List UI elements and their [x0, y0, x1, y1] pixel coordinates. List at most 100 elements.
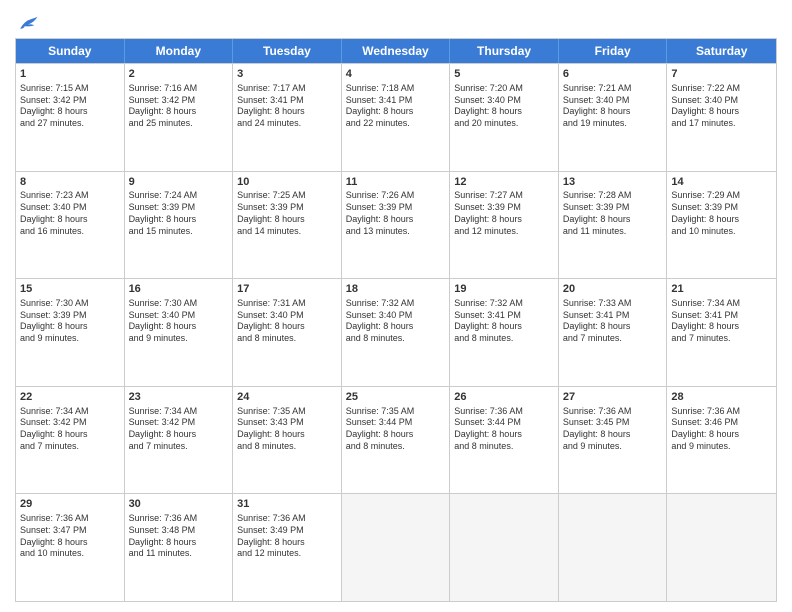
cell-info: Sunrise: 7:30 AMSunset: 3:39 PMDaylight:… — [20, 298, 120, 345]
cell-info: Sunrise: 7:30 AMSunset: 3:40 PMDaylight:… — [129, 298, 229, 345]
cell-info: Sunrise: 7:36 AMSunset: 3:49 PMDaylight:… — [237, 513, 337, 560]
day-number: 17 — [237, 282, 337, 297]
cell-info: Sunrise: 7:18 AMSunset: 3:41 PMDaylight:… — [346, 83, 446, 130]
cell-info: Sunrise: 7:20 AMSunset: 3:40 PMDaylight:… — [454, 83, 554, 130]
header-saturday: Saturday — [667, 39, 776, 63]
table-row: 6Sunrise: 7:21 AMSunset: 3:40 PMDaylight… — [559, 64, 668, 171]
table-row: 15Sunrise: 7:30 AMSunset: 3:39 PMDayligh… — [16, 279, 125, 386]
header-tuesday: Tuesday — [233, 39, 342, 63]
cell-info: Sunrise: 7:28 AMSunset: 3:39 PMDaylight:… — [563, 190, 663, 237]
day-number: 30 — [129, 497, 229, 512]
cell-info: Sunrise: 7:16 AMSunset: 3:42 PMDaylight:… — [129, 83, 229, 130]
cell-info: Sunrise: 7:36 AMSunset: 3:45 PMDaylight:… — [563, 406, 663, 453]
logo — [15, 10, 39, 32]
cell-info: Sunrise: 7:33 AMSunset: 3:41 PMDaylight:… — [563, 298, 663, 345]
table-row: 29Sunrise: 7:36 AMSunset: 3:47 PMDayligh… — [16, 494, 125, 601]
table-row: 21Sunrise: 7:34 AMSunset: 3:41 PMDayligh… — [667, 279, 776, 386]
table-row: 7Sunrise: 7:22 AMSunset: 3:40 PMDaylight… — [667, 64, 776, 171]
table-row: 5Sunrise: 7:20 AMSunset: 3:40 PMDaylight… — [450, 64, 559, 171]
day-number: 16 — [129, 282, 229, 297]
calendar-body: 1Sunrise: 7:15 AMSunset: 3:42 PMDaylight… — [16, 63, 776, 601]
week-row-5: 29Sunrise: 7:36 AMSunset: 3:47 PMDayligh… — [16, 493, 776, 601]
table-row: 22Sunrise: 7:34 AMSunset: 3:42 PMDayligh… — [16, 387, 125, 494]
cell-info: Sunrise: 7:21 AMSunset: 3:40 PMDaylight:… — [563, 83, 663, 130]
week-row-2: 8Sunrise: 7:23 AMSunset: 3:40 PMDaylight… — [16, 171, 776, 279]
table-row: 16Sunrise: 7:30 AMSunset: 3:40 PMDayligh… — [125, 279, 234, 386]
cell-info: Sunrise: 7:24 AMSunset: 3:39 PMDaylight:… — [129, 190, 229, 237]
cell-info: Sunrise: 7:25 AMSunset: 3:39 PMDaylight:… — [237, 190, 337, 237]
cell-info: Sunrise: 7:23 AMSunset: 3:40 PMDaylight:… — [20, 190, 120, 237]
table-row — [342, 494, 451, 601]
table-row: 13Sunrise: 7:28 AMSunset: 3:39 PMDayligh… — [559, 172, 668, 279]
cell-info: Sunrise: 7:31 AMSunset: 3:40 PMDaylight:… — [237, 298, 337, 345]
cell-info: Sunrise: 7:27 AMSunset: 3:39 PMDaylight:… — [454, 190, 554, 237]
cell-info: Sunrise: 7:29 AMSunset: 3:39 PMDaylight:… — [671, 190, 772, 237]
table-row: 4Sunrise: 7:18 AMSunset: 3:41 PMDaylight… — [342, 64, 451, 171]
week-row-4: 22Sunrise: 7:34 AMSunset: 3:42 PMDayligh… — [16, 386, 776, 494]
logo-bird-icon — [17, 14, 39, 32]
header-thursday: Thursday — [450, 39, 559, 63]
page: SundayMondayTuesdayWednesdayThursdayFrid… — [0, 0, 792, 612]
cell-info: Sunrise: 7:36 AMSunset: 3:44 PMDaylight:… — [454, 406, 554, 453]
week-row-1: 1Sunrise: 7:15 AMSunset: 3:42 PMDaylight… — [16, 63, 776, 171]
table-row: 28Sunrise: 7:36 AMSunset: 3:46 PMDayligh… — [667, 387, 776, 494]
day-number: 10 — [237, 175, 337, 190]
cell-info: Sunrise: 7:32 AMSunset: 3:41 PMDaylight:… — [454, 298, 554, 345]
table-row: 8Sunrise: 7:23 AMSunset: 3:40 PMDaylight… — [16, 172, 125, 279]
header-wednesday: Wednesday — [342, 39, 451, 63]
day-number: 8 — [20, 175, 120, 190]
table-row: 23Sunrise: 7:34 AMSunset: 3:42 PMDayligh… — [125, 387, 234, 494]
day-number: 31 — [237, 497, 337, 512]
table-row: 2Sunrise: 7:16 AMSunset: 3:42 PMDaylight… — [125, 64, 234, 171]
day-number: 11 — [346, 175, 446, 190]
cell-info: Sunrise: 7:36 AMSunset: 3:48 PMDaylight:… — [129, 513, 229, 560]
cell-info: Sunrise: 7:17 AMSunset: 3:41 PMDaylight:… — [237, 83, 337, 130]
table-row: 14Sunrise: 7:29 AMSunset: 3:39 PMDayligh… — [667, 172, 776, 279]
day-number: 14 — [671, 175, 772, 190]
calendar: SundayMondayTuesdayWednesdayThursdayFrid… — [15, 38, 777, 602]
header-sunday: Sunday — [16, 39, 125, 63]
day-number: 23 — [129, 390, 229, 405]
day-number: 5 — [454, 67, 554, 82]
day-number: 26 — [454, 390, 554, 405]
day-number: 12 — [454, 175, 554, 190]
cell-info: Sunrise: 7:15 AMSunset: 3:42 PMDaylight:… — [20, 83, 120, 130]
cell-info: Sunrise: 7:34 AMSunset: 3:42 PMDaylight:… — [20, 406, 120, 453]
day-number: 20 — [563, 282, 663, 297]
cell-info: Sunrise: 7:26 AMSunset: 3:39 PMDaylight:… — [346, 190, 446, 237]
table-row: 24Sunrise: 7:35 AMSunset: 3:43 PMDayligh… — [233, 387, 342, 494]
table-row: 27Sunrise: 7:36 AMSunset: 3:45 PMDayligh… — [559, 387, 668, 494]
day-number: 15 — [20, 282, 120, 297]
cell-info: Sunrise: 7:36 AMSunset: 3:47 PMDaylight:… — [20, 513, 120, 560]
day-number: 1 — [20, 67, 120, 82]
header-friday: Friday — [559, 39, 668, 63]
day-number: 4 — [346, 67, 446, 82]
table-row: 12Sunrise: 7:27 AMSunset: 3:39 PMDayligh… — [450, 172, 559, 279]
table-row: 20Sunrise: 7:33 AMSunset: 3:41 PMDayligh… — [559, 279, 668, 386]
table-row: 17Sunrise: 7:31 AMSunset: 3:40 PMDayligh… — [233, 279, 342, 386]
table-row — [667, 494, 776, 601]
table-row: 10Sunrise: 7:25 AMSunset: 3:39 PMDayligh… — [233, 172, 342, 279]
day-number: 19 — [454, 282, 554, 297]
header-monday: Monday — [125, 39, 234, 63]
table-row: 9Sunrise: 7:24 AMSunset: 3:39 PMDaylight… — [125, 172, 234, 279]
table-row: 25Sunrise: 7:35 AMSunset: 3:44 PMDayligh… — [342, 387, 451, 494]
table-row: 18Sunrise: 7:32 AMSunset: 3:40 PMDayligh… — [342, 279, 451, 386]
day-number: 24 — [237, 390, 337, 405]
cell-info: Sunrise: 7:36 AMSunset: 3:46 PMDaylight:… — [671, 406, 772, 453]
cell-info: Sunrise: 7:32 AMSunset: 3:40 PMDaylight:… — [346, 298, 446, 345]
table-row: 31Sunrise: 7:36 AMSunset: 3:49 PMDayligh… — [233, 494, 342, 601]
cell-info: Sunrise: 7:22 AMSunset: 3:40 PMDaylight:… — [671, 83, 772, 130]
table-row: 26Sunrise: 7:36 AMSunset: 3:44 PMDayligh… — [450, 387, 559, 494]
week-row-3: 15Sunrise: 7:30 AMSunset: 3:39 PMDayligh… — [16, 278, 776, 386]
cell-info: Sunrise: 7:35 AMSunset: 3:43 PMDaylight:… — [237, 406, 337, 453]
day-number: 2 — [129, 67, 229, 82]
cell-info: Sunrise: 7:34 AMSunset: 3:41 PMDaylight:… — [671, 298, 772, 345]
day-number: 22 — [20, 390, 120, 405]
day-number: 7 — [671, 67, 772, 82]
day-number: 18 — [346, 282, 446, 297]
day-number: 28 — [671, 390, 772, 405]
day-number: 29 — [20, 497, 120, 512]
table-row — [559, 494, 668, 601]
table-row — [450, 494, 559, 601]
